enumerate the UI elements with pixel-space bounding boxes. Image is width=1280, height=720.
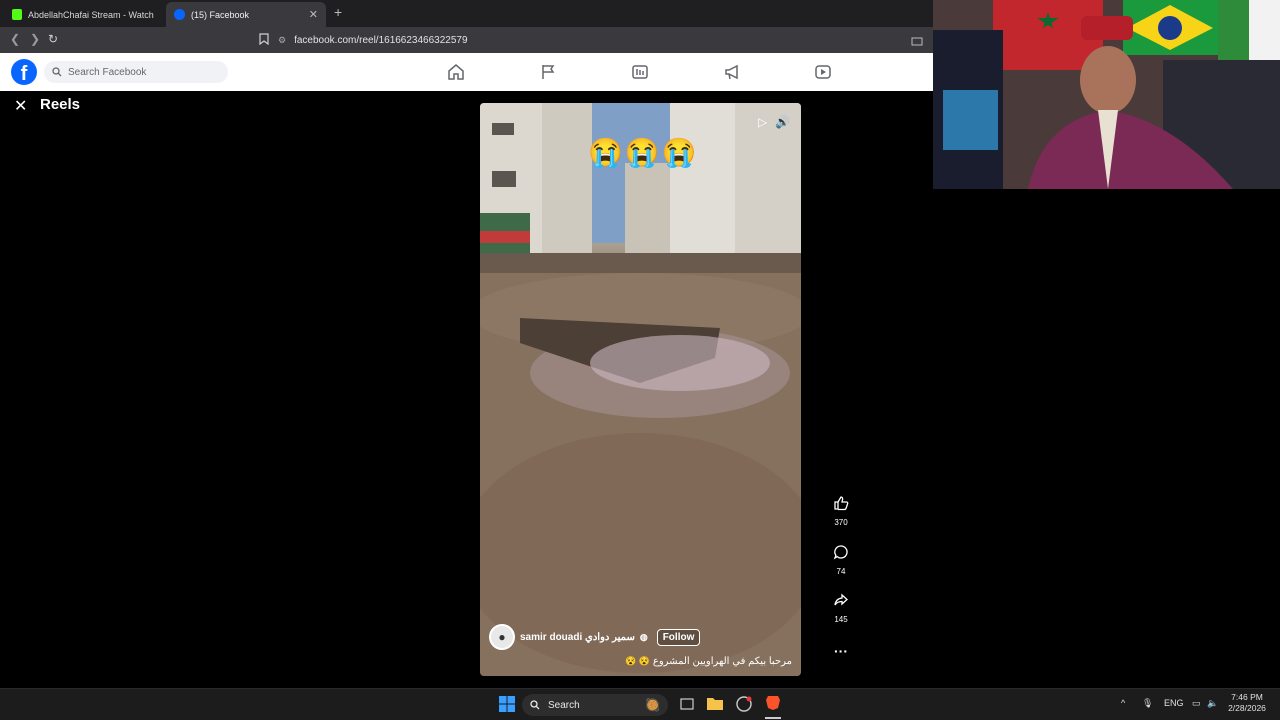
steam-icon[interactable] <box>736 696 752 717</box>
back-icon[interactable]: ❮ <box>10 32 20 46</box>
page-title: Reels <box>40 96 81 113</box>
search-icon <box>530 700 540 710</box>
reel-caption: 😵 😵 مرحبا بيكم في الهراويين المشروع <box>625 656 792 667</box>
flag-icon[interactable] <box>539 63 557 81</box>
chevron-up-icon[interactable]: ^ <box>1121 698 1125 708</box>
share-count: 145 <box>834 615 848 624</box>
video-icon[interactable] <box>631 63 649 81</box>
share-action[interactable]: 145 <box>826 585 856 624</box>
like-icon[interactable] <box>833 495 849 511</box>
more-options-icon[interactable]: ··· <box>834 643 848 659</box>
task-view-icon[interactable] <box>680 697 694 716</box>
taskbar-search[interactable]: Search 🥘 <box>522 694 668 716</box>
cast-icon[interactable] <box>911 34 923 52</box>
close-tab-icon[interactable]: ✕ <box>309 8 318 21</box>
tab-title: AbdellahChafai Stream - Watch Live : <box>28 9 156 20</box>
reload-icon[interactable]: ↻ <box>48 32 58 46</box>
volume-icon[interactable]: 🔈 <box>1207 698 1218 709</box>
search-input[interactable]: Search Facebook <box>44 61 228 83</box>
file-explorer-icon[interactable] <box>707 696 723 715</box>
emoji-icon: 😵 😵 <box>625 656 651 666</box>
bookmark-icon[interactable] <box>259 32 269 50</box>
reel-video[interactable] <box>480 103 801 676</box>
webcam-image <box>933 0 1280 189</box>
facebook-favicon-icon <box>174 9 185 20</box>
start-icon[interactable] <box>499 696 515 717</box>
play-icon[interactable]: ▷ <box>758 115 767 129</box>
home-icon[interactable] <box>447 63 465 81</box>
network-icon[interactable]: ▭ <box>1192 698 1201 709</box>
streamer-webcam <box>933 0 1280 189</box>
forward-icon[interactable]: ❯ <box>30 32 40 46</box>
clock-date: 2/28/2026 <box>1228 703 1266 713</box>
search-placeholder: Search Facebook <box>68 66 147 78</box>
tab-kick-stream[interactable]: AbdellahChafai Stream - Watch Live : <box>4 2 164 27</box>
brave-browser-icon[interactable] <box>765 694 781 719</box>
new-tab-button[interactable]: + <box>334 4 342 20</box>
close-icon[interactable]: ✕ <box>14 96 27 116</box>
kick-favicon-icon <box>12 9 22 20</box>
share-icon[interactable] <box>833 592 849 608</box>
megaphone-icon[interactable] <box>723 63 741 81</box>
tab-facebook[interactable]: (15) Facebook ✕ <box>166 2 326 27</box>
avatar[interactable]: ● <box>489 624 515 650</box>
site-info-icon[interactable]: ⚙ <box>278 35 286 46</box>
like-action[interactable]: 370 <box>826 488 856 527</box>
search-icon <box>52 67 62 77</box>
comment-count: 74 <box>836 567 846 576</box>
overlay-emojis: 😭😭😭 <box>588 137 699 168</box>
clock-time: 7:46 PM <box>1231 692 1263 702</box>
url-text: facebook.com/reel/1616623466322579 <box>294 34 468 46</box>
comment-action[interactable]: 74 <box>826 537 856 576</box>
video-scene <box>480 103 801 676</box>
tab-title: (15) Facebook <box>191 9 250 20</box>
reel-author: ● samir douadi سمير دوادي ◍ Follow <box>489 624 701 650</box>
watch-icon[interactable] <box>814 63 832 81</box>
volume-icon[interactable]: 🔊 <box>775 115 790 129</box>
author-name[interactable]: samir douadi سمير دوادي <box>520 632 635 643</box>
comment-icon[interactable] <box>833 544 849 560</box>
language-indicator[interactable]: ENG <box>1164 698 1184 708</box>
globe-icon: ◍ <box>639 631 648 642</box>
follow-button[interactable]: Follow <box>656 628 701 646</box>
microphone-icon[interactable]: 🎙 <box>1142 698 1153 709</box>
facebook-logo[interactable]: f <box>11 59 37 85</box>
like-count: 370 <box>834 518 848 527</box>
widget-icon: 🥘 <box>645 698 660 712</box>
address-bar[interactable]: ⚙ facebook.com/reel/1616623466322579 <box>278 31 738 49</box>
clock[interactable]: 7:46 PM 2/28/2026 <box>1222 692 1272 714</box>
